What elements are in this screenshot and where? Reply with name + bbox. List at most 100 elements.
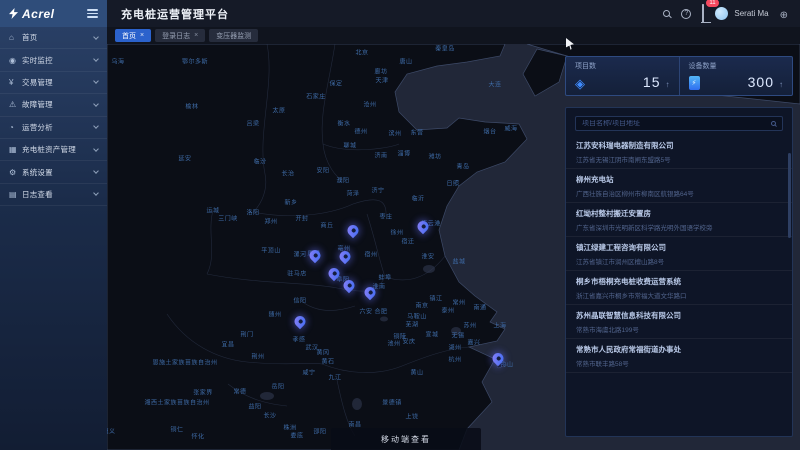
analysis-icon: ◔ (9, 123, 22, 132)
chevron-down-icon (93, 146, 99, 152)
map-city-label: 漯河 (293, 250, 306, 259)
stat-devices-label: 设备数量 (689, 61, 784, 71)
chevron-down-icon (93, 34, 99, 40)
sidebar-item-analysis[interactable]: ◔ 运营分析 (0, 117, 107, 139)
project-list-item[interactable]: 桐乡市梧桐充电桩收费运营系统 浙江省嘉兴市桐乡市常福大道文华路口 (566, 271, 792, 305)
chevron-down-icon (93, 101, 99, 107)
map-city-label: 宣城 (425, 330, 438, 339)
search-icon[interactable] (663, 10, 670, 17)
scrollbar[interactable] (788, 153, 791, 238)
tab-home[interactable]: 首页 × (115, 29, 151, 42)
project-list-item[interactable]: 柳州充电站 广西壮族自治区柳州市柳南区航银路64号 (566, 169, 792, 203)
map-city-label: 临汾 (253, 157, 266, 166)
map-pin[interactable] (329, 268, 340, 279)
map-city-label: 鄂尔多斯 (182, 57, 208, 66)
map-city-label: 北京 (355, 48, 368, 57)
map-city-label: 东营 (410, 128, 423, 137)
page-title: 充电桩运营管理平台 (107, 6, 229, 22)
map-city-label: 长治 (281, 169, 294, 178)
map-pin[interactable] (493, 353, 504, 364)
map-pin[interactable] (344, 280, 355, 291)
stat-projects-label: 项目数 (575, 61, 670, 71)
map-city-label: 南京 (415, 301, 428, 310)
sidebar-item-charger-asset[interactable]: ▦ 充电桩资产管理 (0, 139, 107, 161)
map-city-label: 大连 (488, 80, 501, 89)
map-city-label: 唐山 (399, 57, 412, 66)
project-search-input[interactable] (582, 120, 771, 127)
map-city-label: 洛阳 (246, 208, 259, 217)
project-list-item[interactable]: 江苏安科瑞电器制造有限公司 江苏省无锡江阴市南闸东盟路5号 (566, 135, 792, 169)
stat-projects-value: 15 (643, 74, 661, 90)
map-pin[interactable] (295, 316, 306, 327)
search-icon[interactable] (771, 121, 776, 126)
map-city-label: 荆州 (251, 352, 264, 361)
project-list-item[interactable]: 红坳村整村搬迁安置房 广东省深圳市光明新区科学路光明外国语学校旁 (566, 203, 792, 237)
sidebar-item-realtime[interactable]: ◉ 实时监控 (0, 49, 107, 71)
top-header: 充电桩运营管理平台 11 Serati Ma (107, 0, 800, 27)
sidebar-item-transaction[interactable]: ¥ 交易管理 (0, 72, 107, 94)
sidebar-item-log-view[interactable]: ▤ 日志查看 (0, 184, 107, 206)
tab-transformer[interactable]: 变压器监测 (209, 29, 258, 42)
charging-pile-icon: ⚡ (689, 76, 700, 90)
map-city-label: 无锡 (451, 331, 464, 340)
map-city-label: 六安 (359, 307, 372, 316)
layers-icon: ◈ (575, 77, 585, 90)
map-city-label: 太原 (272, 106, 285, 115)
map-city-label: 安庆 (402, 337, 415, 346)
tab-login-log[interactable]: 登录日志 × (155, 29, 205, 42)
map-city-label: 蚌埠 (378, 273, 391, 282)
project-list-item[interactable]: 常熟市人民政府常福街道办事处 常熟市联丰路58号 (566, 339, 792, 373)
map-city-label: 日照 (446, 179, 459, 188)
map-pin[interactable] (310, 250, 321, 261)
avatar[interactable] (715, 7, 728, 20)
project-list-card: 江苏安科瑞电器制造有限公司 江苏省无锡江阴市南闸东盟路5号 柳州充电站 广西壮族… (565, 107, 793, 437)
map-city-label: 益阳 (248, 402, 261, 411)
project-list: 江苏安科瑞电器制造有限公司 江苏省无锡江阴市南闸东盟路5号 柳州充电站 广西壮族… (566, 135, 792, 373)
map-city-label: 孝感 (292, 335, 305, 344)
user-name[interactable]: Serati Ma (734, 9, 768, 18)
map-city-label: 杭州 (448, 355, 461, 364)
menu-toggle-icon[interactable] (87, 9, 98, 18)
bell-icon (702, 4, 704, 22)
map-city-label: 郑州 (264, 217, 277, 226)
logo-bar: Acrel (0, 0, 107, 27)
map-city-label: 天津 (375, 76, 388, 85)
map-city-label: 宿州 (364, 250, 377, 259)
map-city-label: 开封 (295, 214, 308, 223)
chevron-down-icon (93, 79, 99, 85)
map-pin[interactable] (365, 287, 376, 298)
map-pin[interactable] (418, 221, 429, 232)
map-city-label: 濮阳 (336, 176, 349, 185)
project-list-item[interactable]: 镇江绿建工程咨询有限公司 江苏省镇江市润州区檀山路8号 (566, 237, 792, 271)
map-city-label: 荆门 (240, 330, 253, 339)
map-city-label: 上海 (493, 321, 506, 330)
map-city-label: 张家界 (193, 388, 213, 397)
mobile-view-button[interactable]: 移动端查看 (331, 428, 481, 450)
sidebar: Acrel ⌂ 首页 ◉ 实时监控 ¥ 交易管理 ⚠ 故障管理 ◔ 运营分析 ▦… (0, 0, 107, 450)
map-city-label: 合肥 (374, 307, 387, 316)
map-city-label: 随州 (268, 310, 281, 319)
sidebar-item-home[interactable]: ⌂ 首页 (0, 27, 107, 49)
stat-devices-value: 300 (748, 74, 774, 90)
map-city-label: 九江 (328, 373, 341, 382)
language-icon[interactable] (780, 5, 788, 23)
map-pin[interactable] (340, 251, 351, 262)
transaction-icon: ¥ (9, 78, 22, 87)
close-icon[interactable]: × (194, 32, 198, 39)
map-city-label: 长沙 (263, 411, 276, 420)
map-pin[interactable] (348, 225, 359, 236)
map-city-label: 沧州 (363, 100, 376, 109)
map-city-label: 德州 (354, 127, 367, 136)
map-city-label: 淄博 (397, 149, 410, 158)
project-list-item[interactable]: 苏州晶联智慧信息科技有限公司 常熟市海虞北路199号 (566, 305, 792, 339)
sidebar-item-fault[interactable]: ⚠ 故障管理 (0, 94, 107, 116)
stat-devices: 设备数量 ⚡ 300 ↑ (679, 57, 793, 95)
close-icon[interactable]: × (140, 32, 144, 39)
sidebar-item-system-settings[interactable]: ⚙ 系统设置 (0, 161, 107, 183)
help-icon[interactable] (681, 9, 691, 19)
map-city-label: 恩施土家族苗族自治州 (152, 358, 217, 367)
monitor-icon: ◉ (9, 56, 22, 65)
map-city-label: 邵阳 (313, 427, 326, 436)
chevron-down-icon (93, 191, 99, 197)
notifications-button[interactable]: 11 (702, 5, 704, 23)
